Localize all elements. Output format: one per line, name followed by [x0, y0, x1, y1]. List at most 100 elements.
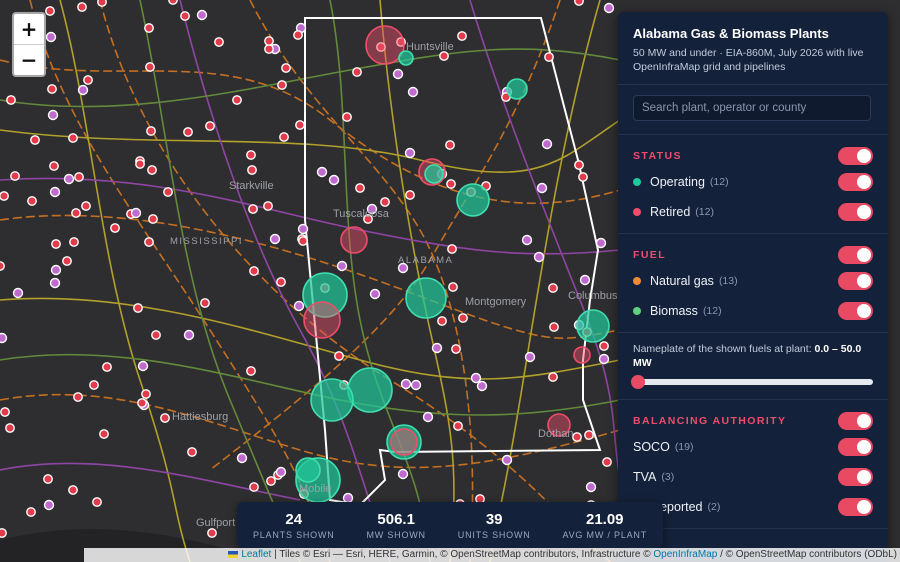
substation-marker[interactable]	[12, 287, 24, 299]
power-facility-marker[interactable]	[144, 237, 154, 247]
power-facility-marker[interactable]	[148, 214, 158, 224]
substation-marker[interactable]	[269, 233, 281, 245]
power-facility-marker[interactable]	[458, 313, 468, 323]
power-facility-marker[interactable]	[0, 191, 9, 201]
power-facility-marker[interactable]	[0, 528, 7, 538]
natural-gas-toggle[interactable]	[838, 272, 873, 290]
power-facility-marker[interactable]	[549, 322, 559, 332]
operating-plant-marker[interactable]	[405, 277, 447, 319]
retired-plant-marker[interactable]	[340, 226, 368, 254]
ba-all-toggle[interactable]	[838, 412, 873, 430]
power-facility-marker[interactable]	[51, 239, 61, 249]
power-facility-marker[interactable]	[160, 413, 170, 423]
power-facility-marker[interactable]	[102, 362, 112, 372]
openinframap-link[interactable]: OpenInfraMap	[653, 549, 717, 560]
power-facility-marker[interactable]	[144, 23, 154, 33]
power-facility-marker[interactable]	[5, 423, 15, 433]
power-facility-marker[interactable]	[141, 389, 151, 399]
substation-marker[interactable]	[397, 468, 409, 480]
power-facility-marker[interactable]	[135, 159, 145, 169]
power-facility-marker[interactable]	[602, 457, 612, 467]
power-facility-marker[interactable]	[145, 62, 155, 72]
not-reported-toggle[interactable]	[838, 498, 873, 516]
search-input[interactable]	[633, 95, 871, 121]
substation-marker[interactable]	[63, 173, 75, 185]
substation-marker[interactable]	[316, 166, 328, 178]
substation-marker[interactable]	[410, 379, 422, 391]
substation-marker[interactable]	[533, 251, 545, 263]
power-facility-marker[interactable]	[6, 95, 16, 105]
status-all-toggle[interactable]	[838, 147, 873, 165]
power-facility-marker[interactable]	[578, 172, 588, 182]
power-facility-marker[interactable]	[207, 528, 217, 538]
substation-marker[interactable]	[521, 234, 533, 246]
power-facility-marker[interactable]	[405, 190, 415, 200]
power-facility-marker[interactable]	[451, 344, 461, 354]
power-facility-marker[interactable]	[277, 80, 287, 90]
substation-marker[interactable]	[297, 223, 309, 235]
nameplate-slider-handle[interactable]	[631, 375, 645, 389]
power-facility-marker[interactable]	[89, 380, 99, 390]
power-facility-marker[interactable]	[77, 2, 87, 12]
soco-toggle[interactable]	[838, 438, 873, 456]
power-facility-marker[interactable]	[232, 95, 242, 105]
power-facility-marker[interactable]	[446, 179, 456, 189]
power-facility-marker[interactable]	[355, 183, 365, 193]
power-facility-marker[interactable]	[266, 476, 276, 486]
substation-marker[interactable]	[585, 481, 597, 493]
zoom-out-button[interactable]: −	[14, 44, 44, 75]
substation-marker[interactable]	[50, 264, 62, 276]
substation-marker[interactable]	[47, 109, 59, 121]
power-facility-marker[interactable]	[447, 244, 457, 254]
substation-marker[interactable]	[407, 86, 419, 98]
substation-marker[interactable]	[236, 452, 248, 464]
power-facility-marker[interactable]	[264, 44, 274, 54]
retired-toggle[interactable]	[838, 203, 873, 221]
power-facility-marker[interactable]	[30, 135, 40, 145]
operating-plant-marker[interactable]	[506, 78, 528, 100]
power-facility-marker[interactable]	[43, 474, 53, 484]
substation-marker[interactable]	[392, 68, 404, 80]
power-facility-marker[interactable]	[279, 132, 289, 142]
substation-marker[interactable]	[598, 353, 610, 365]
biomass-toggle[interactable]	[838, 302, 873, 320]
operating-plant-marker[interactable]	[310, 378, 354, 422]
power-facility-marker[interactable]	[92, 497, 102, 507]
power-facility-marker[interactable]	[295, 120, 305, 130]
power-facility-marker[interactable]	[151, 330, 161, 340]
power-facility-marker[interactable]	[47, 84, 57, 94]
substation-marker[interactable]	[43, 499, 55, 511]
power-facility-marker[interactable]	[264, 36, 274, 46]
operating-plant-marker[interactable]	[295, 457, 321, 483]
substation-marker[interactable]	[77, 84, 89, 96]
operating-plant-marker[interactable]	[424, 164, 444, 184]
substation-marker[interactable]	[196, 9, 208, 21]
substation-marker[interactable]	[183, 329, 195, 341]
power-facility-marker[interactable]	[584, 430, 594, 440]
power-facility-marker[interactable]	[180, 11, 190, 21]
substation-marker[interactable]	[45, 31, 57, 43]
power-facility-marker[interactable]	[448, 282, 458, 292]
power-facility-marker[interactable]	[574, 160, 584, 170]
power-facility-marker[interactable]	[200, 298, 210, 308]
substation-marker[interactable]	[524, 351, 536, 363]
power-facility-marker[interactable]	[73, 392, 83, 402]
substation-marker[interactable]	[470, 372, 482, 384]
substation-marker[interactable]	[501, 454, 513, 466]
power-facility-marker[interactable]	[49, 161, 59, 171]
power-facility-marker[interactable]	[10, 171, 20, 181]
power-facility-marker[interactable]	[334, 351, 344, 361]
substation-marker[interactable]	[49, 277, 61, 289]
power-facility-marker[interactable]	[183, 127, 193, 137]
substation-marker[interactable]	[328, 174, 340, 186]
power-facility-marker[interactable]	[453, 421, 463, 431]
power-facility-marker[interactable]	[380, 197, 390, 207]
tva-toggle[interactable]	[838, 468, 873, 486]
substation-marker[interactable]	[422, 411, 434, 423]
substation-marker[interactable]	[369, 288, 381, 300]
power-facility-marker[interactable]	[0, 407, 10, 417]
fuel-all-toggle[interactable]	[838, 246, 873, 264]
substation-marker[interactable]	[541, 138, 553, 150]
power-facility-marker[interactable]	[246, 366, 256, 376]
substation-marker[interactable]	[431, 342, 443, 354]
